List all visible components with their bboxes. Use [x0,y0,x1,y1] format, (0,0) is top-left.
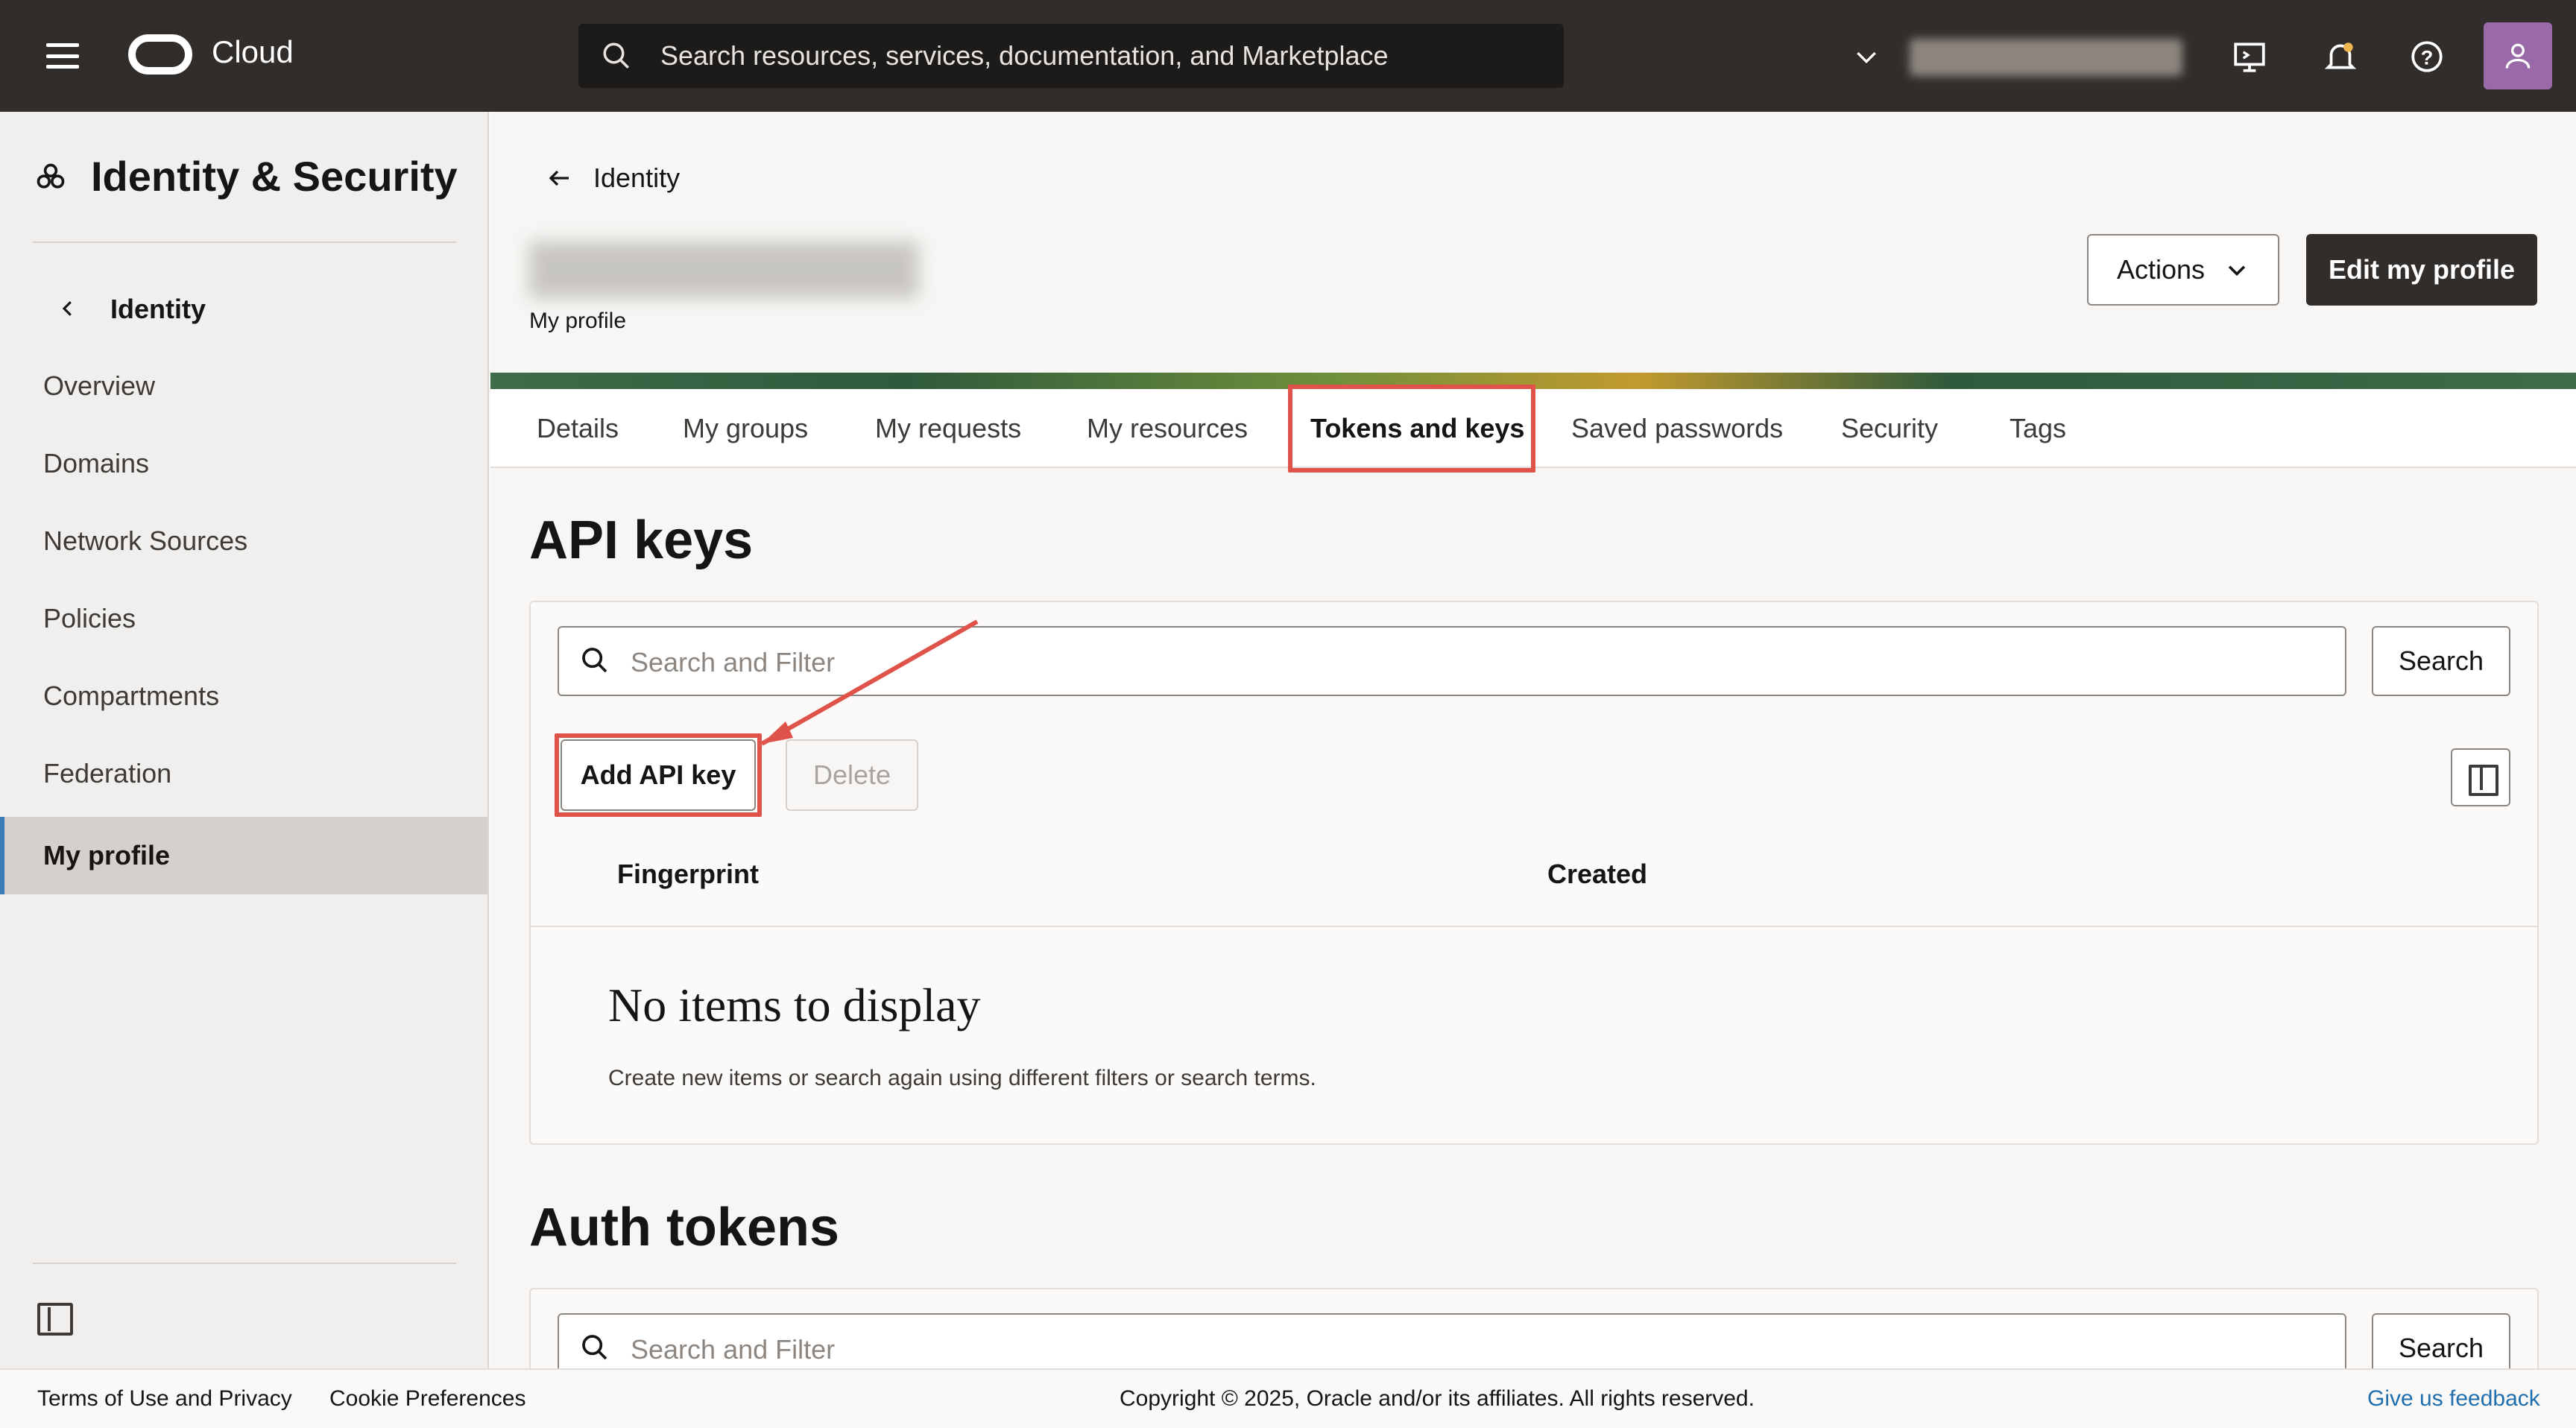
tenancy-selector[interactable] [1910,39,2182,76]
auth-tokens-panel: Search and Filter Search [529,1288,2539,1368]
sidebar-item-overview[interactable]: Overview [0,347,487,425]
search-icon [603,42,629,69]
auth-tokens-search-input[interactable]: Search and Filter [558,1313,2346,1368]
chevron-left-icon[interactable] [57,295,79,322]
identity-security-icon [37,163,65,189]
back-to-identity-link[interactable]: Identity [544,162,680,194]
manage-columns-icon[interactable] [2451,748,2510,806]
region-chevron-down-icon[interactable] [1849,39,1884,75]
help-icon[interactable]: ? [2406,36,2448,78]
footer: Terms of Use and Privacy Cookie Preferen… [0,1368,2576,1428]
global-search-placeholder: Search resources, services, documentatio… [660,40,1389,71]
tab-tags[interactable]: Tags [2010,389,2066,468]
search-icon [582,648,607,673]
actions-label: Actions [2116,254,2206,285]
sidebar-title: Identity & Security [91,153,458,200]
tab-saved-passwords[interactable]: Saved passwords [1571,389,1783,468]
add-api-key-highlight [555,733,762,817]
top-bar: Cloud Search resources, services, docume… [0,0,2576,112]
brand-label[interactable]: Cloud [212,34,294,70]
back-link-label: Identity [593,162,681,193]
sidebar-divider [33,241,456,243]
search-icon [582,1335,607,1360]
sidebar-item-network-sources[interactable]: Network Sources [0,502,487,580]
copyright-text: Copyright © 2025, Oracle and/or its affi… [1120,1386,1755,1411]
empty-state-title: No items to display [608,979,981,1031]
auth-tokens-search-button[interactable]: Search [2372,1313,2510,1368]
cookie-preferences-link[interactable]: Cookie Preferences [329,1386,525,1412]
api-keys-search-placeholder: Search and Filter [631,647,836,677]
column-header-fingerprint[interactable]: Fingerprint [617,859,759,890]
tab-security[interactable]: Security [1841,389,1938,468]
sidebar-back-identity[interactable]: Identity [110,294,206,325]
delete-button[interactable]: Delete [786,739,918,811]
empty-state-message: Create new items or search again using d… [608,1066,1316,1090]
collapse-sidebar-icon[interactable] [37,1303,73,1336]
api-keys-panel: Search and Filter Search Add API key Del… [529,601,2539,1145]
sidebar-item-domains[interactable]: Domains [0,425,487,502]
menu-icon[interactable] [42,37,83,75]
actions-button[interactable]: Actions [2087,234,2279,306]
arrow-left-icon [549,170,569,186]
svg-text:?: ? [2421,45,2434,69]
sidebar-item-compartments[interactable]: Compartments [0,657,487,735]
sidebar-item-policies[interactable]: Policies [0,580,487,657]
auth-tokens-search-placeholder: Search and Filter [631,1334,836,1365]
sidebar-item-federation[interactable]: Federation [0,735,487,812]
tab-bar: Details My groups My requests My resourc… [490,385,2576,473]
terms-link[interactable]: Terms of Use and Privacy [37,1386,292,1412]
tab-details[interactable]: Details [537,389,619,468]
page-subtitle: My profile [529,309,627,333]
edit-profile-button[interactable]: Edit my profile [2306,234,2537,306]
sidebar: Identity & Security Identity Overview Do… [0,112,489,1368]
feedback-link[interactable]: Give us feedback [2367,1386,2540,1412]
auth-tokens-heading: Auth tokens [529,1198,840,1257]
column-header-created[interactable]: Created [1547,859,1647,890]
cloud-shell-icon[interactable] [2229,36,2270,78]
sidebar-item-my-profile[interactable]: My profile [0,817,487,894]
profile-name-redacted [529,241,918,298]
main-content: Identity My profile Actions Edit my prof… [490,112,2576,1368]
global-search-input[interactable]: Search resources, services, documentatio… [578,24,1564,88]
sidebar-divider-bottom [33,1263,456,1264]
tokens-tab-highlight [1288,385,1535,473]
tab-my-resources[interactable]: My resources [1087,389,1248,468]
chevron-down-icon [2228,265,2246,277]
notifications-bell-icon[interactable] [2320,36,2361,78]
api-keys-heading: API keys [529,511,754,570]
api-keys-search-button[interactable]: Search [2372,626,2510,696]
table-header-divider [531,926,2537,927]
oracle-logo-icon[interactable] [128,34,192,75]
api-keys-search-input[interactable]: Search and Filter [558,626,2346,696]
tab-my-groups[interactable]: My groups [683,389,808,468]
tab-my-requests[interactable]: My requests [875,389,1021,468]
user-avatar-icon[interactable] [2484,22,2552,89]
